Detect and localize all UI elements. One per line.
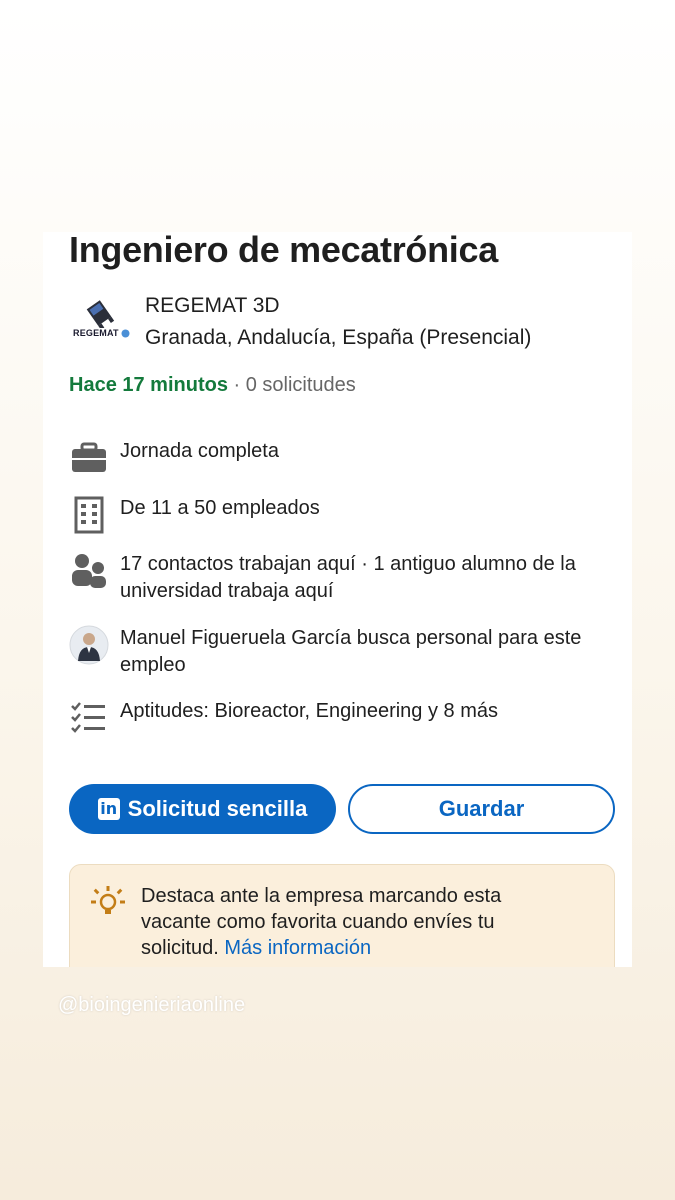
company-name[interactable]: REGEMAT 3D	[145, 294, 280, 318]
recruiter-avatar	[69, 625, 109, 665]
people-icon	[72, 554, 106, 588]
watermark: @bioingenieriaonline	[58, 994, 246, 1016]
job-location: Granada, Andalucía, España (Presencial)	[145, 326, 532, 349]
briefcase-icon	[72, 442, 106, 472]
applicant-count: 0 solicitudes	[245, 374, 356, 396]
tip-banner: Destaca ante la empresa marcando esta va…	[69, 864, 615, 967]
company-logo-text: REGEMAT	[73, 328, 119, 338]
checklist-icon	[71, 702, 105, 733]
save-button[interactable]: Guardar	[348, 784, 615, 834]
insight-text: Manuel Figueruela García busca personal …	[120, 627, 582, 676]
tip-text: Destaca ante la empresa marcando esta va…	[141, 883, 561, 961]
learn-more-link[interactable]: Más información	[224, 937, 371, 959]
easy-apply-label: Solicitud sencilla	[127, 796, 308, 821]
job-card: Ingeniero de mecatrónica REGEMAT REGEMAT…	[43, 232, 632, 967]
job-title: Ingeniero de mecatrónica	[69, 232, 498, 270]
save-label: Guardar	[438, 796, 525, 821]
posted-time: Hace 17 minutos	[69, 374, 228, 396]
linkedin-icon: in	[97, 798, 120, 820]
regemat-logo-mark	[86, 300, 115, 330]
logo-dot-icon	[121, 329, 130, 338]
building-icon	[74, 496, 104, 534]
meta-separator: ·	[227, 374, 246, 396]
easy-apply-button[interactable]: in Solicitud sencilla	[69, 784, 336, 834]
insight-text: 17 contactos trabajan aquí · 1 antiguo a…	[120, 553, 576, 602]
company-logo[interactable]: REGEMAT	[69, 298, 135, 348]
job-meta: Hace 17 minutos · 0 solicitudes	[69, 374, 356, 397]
lightbulb-icon	[91, 886, 125, 914]
insight-text: Aptitudes: Bioreactor, Engineering y 8 m…	[120, 700, 498, 722]
insight-text: De 11 a 50 empleados	[120, 497, 320, 519]
insight-text: Jornada completa	[120, 440, 279, 462]
